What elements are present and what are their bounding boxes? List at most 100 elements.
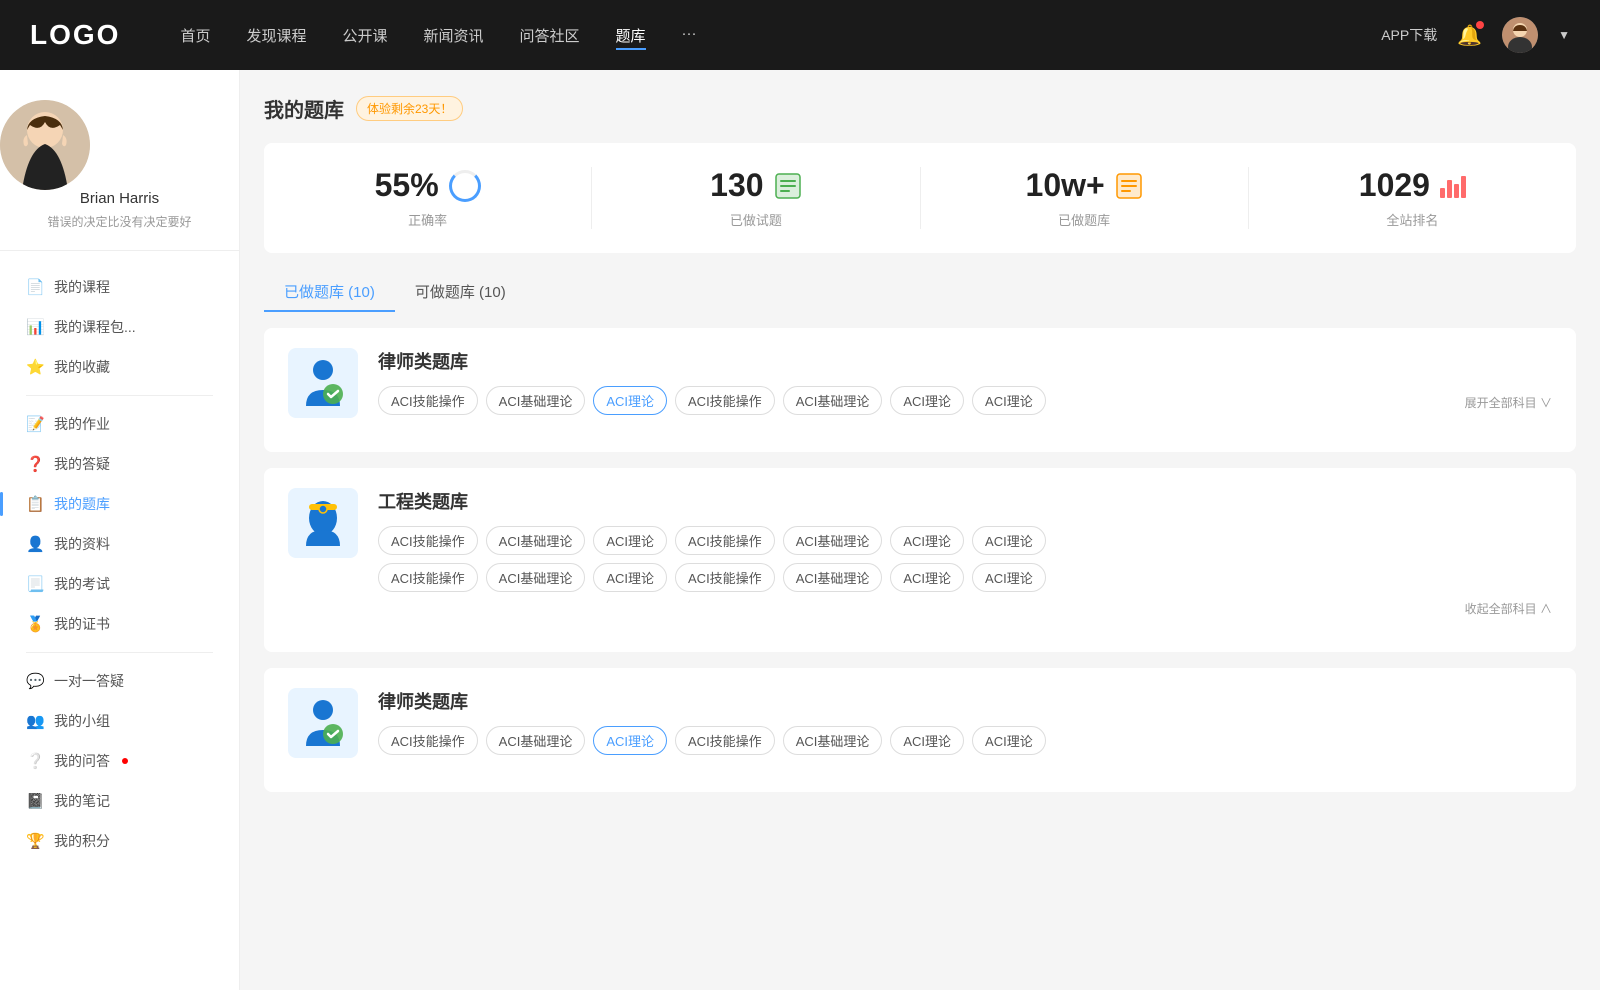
tag-0-6[interactable]: ACI理论 [972, 386, 1046, 415]
tag-0-0[interactable]: ACI技能操作 [378, 386, 478, 415]
profile-icon: 👤 [26, 535, 44, 553]
qbank-title-0: 律师类题库 [378, 348, 1552, 374]
nav-more[interactable]: ··· [682, 21, 697, 50]
sidebar-item-my-qa[interactable]: ❔ 我的问答 [10, 741, 229, 781]
sidebar-item-favorites[interactable]: ⭐ 我的收藏 [10, 347, 229, 387]
qbank-tags-1-row1: ACI技能操作 ACI基础理论 ACI理论 ACI技能操作 ACI基础理论 AC… [378, 526, 1552, 555]
points-icon: 🏆 [26, 832, 44, 850]
stat-accuracy-top: 55% [264, 167, 591, 204]
sidebar-item-course-packages[interactable]: 📊 我的课程包... [10, 307, 229, 347]
nav-qbank[interactable]: 题库 [616, 21, 646, 50]
my-qa-icon: ❔ [26, 752, 44, 770]
tag-0-5[interactable]: ACI理论 [890, 386, 964, 415]
stat-accuracy-value: 55% [375, 167, 439, 204]
sidebar-item-exam[interactable]: 📃 我的考试 [10, 564, 229, 604]
stat-questions-value: 130 [710, 167, 763, 204]
stat-ranking-label: 全站排名 [1249, 210, 1576, 229]
tag-1-0[interactable]: ACI技能操作 [378, 526, 478, 555]
tag-2-3[interactable]: ACI技能操作 [675, 726, 775, 755]
qbank-header-0: 律师类题库 ACI技能操作 ACI基础理论 ACI理论 ACI技能操作 ACI基… [288, 348, 1552, 418]
tag-1r2-1[interactable]: ACI基础理论 [486, 563, 586, 592]
sidebar-item-courses[interactable]: 📄 我的课程 [10, 267, 229, 307]
tag-1-3[interactable]: ACI技能操作 [675, 526, 775, 555]
stat-questions: 130 已做试题 [592, 167, 920, 229]
tag-2-4[interactable]: ACI基础理论 [783, 726, 883, 755]
stat-banks-value: 10w+ [1026, 167, 1105, 204]
questions-icon [774, 172, 802, 200]
nav-discover[interactable]: 发现课程 [246, 21, 306, 50]
tag-1r2-2[interactable]: ACI理论 [593, 563, 667, 592]
banks-icon [1115, 172, 1143, 200]
tab-available[interactable]: 可做题库 (10) [395, 273, 526, 312]
qbank-icon-lawyer-0 [288, 348, 358, 418]
qbank-title-1: 工程类题库 [378, 488, 1552, 514]
sidebar-divider-2 [26, 652, 213, 653]
collapse-link-1[interactable]: 收起全部科目 ∧ [1465, 598, 1552, 616]
qbank-tags-2: ACI技能操作 ACI基础理论 ACI理论 ACI技能操作 ACI基础理论 AC… [378, 726, 1552, 755]
sidebar-item-certificate[interactable]: 🏅 我的证书 [10, 604, 229, 644]
tag-2-5[interactable]: ACI理论 [890, 726, 964, 755]
tag-0-1[interactable]: ACI基础理论 [486, 386, 586, 415]
notes-icon: 📓 [26, 792, 44, 810]
page-title: 我的题库 [264, 94, 344, 123]
sidebar-item-homework[interactable]: 📝 我的作业 [10, 404, 229, 444]
expand-link-0[interactable]: 展开全部科目 ∨ [1465, 390, 1552, 411]
1on1-icon: 💬 [26, 672, 44, 690]
stat-banks-label: 已做题库 [921, 210, 1248, 229]
app-download-btn[interactable]: APP下载 [1381, 25, 1437, 45]
tag-0-3[interactable]: ACI技能操作 [675, 386, 775, 415]
sidebar-item-qbank[interactable]: 📋 我的题库 [10, 484, 229, 524]
groups-icon: 👥 [26, 712, 44, 730]
sidebar-bio: 错误的决定比没有决定要好 [0, 213, 239, 230]
tag-1r2-6[interactable]: ACI理论 [972, 563, 1046, 592]
sidebar-item-points[interactable]: 🏆 我的积分 [10, 821, 229, 861]
qbank-tags-1-row2: ACI技能操作 ACI基础理论 ACI理论 ACI技能操作 ACI基础理论 AC… [378, 563, 1552, 592]
stat-questions-label: 已做试题 [592, 210, 919, 229]
nav-news[interactable]: 新闻资讯 [424, 21, 484, 50]
user-avatar[interactable] [1502, 17, 1538, 53]
qbank-icon: 📋 [26, 495, 44, 513]
tag-1-2[interactable]: ACI理论 [593, 526, 667, 555]
tag-1-6[interactable]: ACI理论 [972, 526, 1046, 555]
stat-accuracy-label: 正确率 [264, 210, 591, 229]
navbar-right: APP下载 🔔 ▼ [1381, 17, 1570, 53]
tag-0-4[interactable]: ACI基础理论 [783, 386, 883, 415]
sidebar-item-groups[interactable]: 👥 我的小组 [10, 701, 229, 741]
stat-accuracy: 55% 正确率 [264, 167, 592, 229]
nav-open-course[interactable]: 公开课 [342, 21, 387, 50]
tag-1-1[interactable]: ACI基础理论 [486, 526, 586, 555]
sidebar-divider-1 [26, 395, 213, 396]
sidebar-item-notes[interactable]: 📓 我的笔记 [10, 781, 229, 821]
trial-badge: 体验剩余23天！ [356, 96, 463, 121]
tag-2-2[interactable]: ACI理论 [593, 726, 667, 755]
stat-ranking-value: 1029 [1359, 167, 1430, 204]
tag-1-5[interactable]: ACI理论 [890, 526, 964, 555]
tag-2-1[interactable]: ACI基础理论 [486, 726, 586, 755]
notification-bell[interactable]: 🔔 [1457, 23, 1482, 48]
logo[interactable]: LOGO [30, 19, 120, 51]
stat-banks-top: 10w+ [921, 167, 1248, 204]
accuracy-icon [449, 170, 481, 202]
tag-1r2-5[interactable]: ACI理论 [890, 563, 964, 592]
tag-2-6[interactable]: ACI理论 [972, 726, 1046, 755]
qbank-card-0: 律师类题库 ACI技能操作 ACI基础理论 ACI理论 ACI技能操作 ACI基… [264, 328, 1576, 452]
nav-qa[interactable]: 问答社区 [520, 21, 580, 50]
tag-1-4[interactable]: ACI基础理论 [783, 526, 883, 555]
sidebar-item-1on1-qa[interactable]: 💬 一对一答疑 [10, 661, 229, 701]
qbank-tabs: 已做题库 (10) 可做题库 (10) [264, 273, 1576, 312]
tag-1r2-4[interactable]: ACI基础理论 [783, 563, 883, 592]
stat-ranking-top: 1029 [1249, 167, 1576, 204]
qbank-card-2: 律师类题库 ACI技能操作 ACI基础理论 ACI理论 ACI技能操作 ACI基… [264, 668, 1576, 792]
avatar-dropdown-icon[interactable]: ▼ [1558, 28, 1570, 42]
tab-done[interactable]: 已做题库 (10) [264, 273, 395, 312]
tag-2-0[interactable]: ACI技能操作 [378, 726, 478, 755]
qbank-title-2: 律师类题库 [378, 688, 1552, 714]
sidebar-avatar [0, 100, 90, 190]
nav-home[interactable]: 首页 [180, 21, 210, 50]
tag-1r2-3[interactable]: ACI技能操作 [675, 563, 775, 592]
sidebar-item-qa[interactable]: ❓ 我的答疑 [10, 444, 229, 484]
qbank-card-1: 工程类题库 ACI技能操作 ACI基础理论 ACI理论 ACI技能操作 ACI基… [264, 468, 1576, 652]
sidebar-item-profile[interactable]: 👤 我的资料 [10, 524, 229, 564]
tag-1r2-0[interactable]: ACI技能操作 [378, 563, 478, 592]
tag-0-2[interactable]: ACI理论 [593, 386, 667, 415]
